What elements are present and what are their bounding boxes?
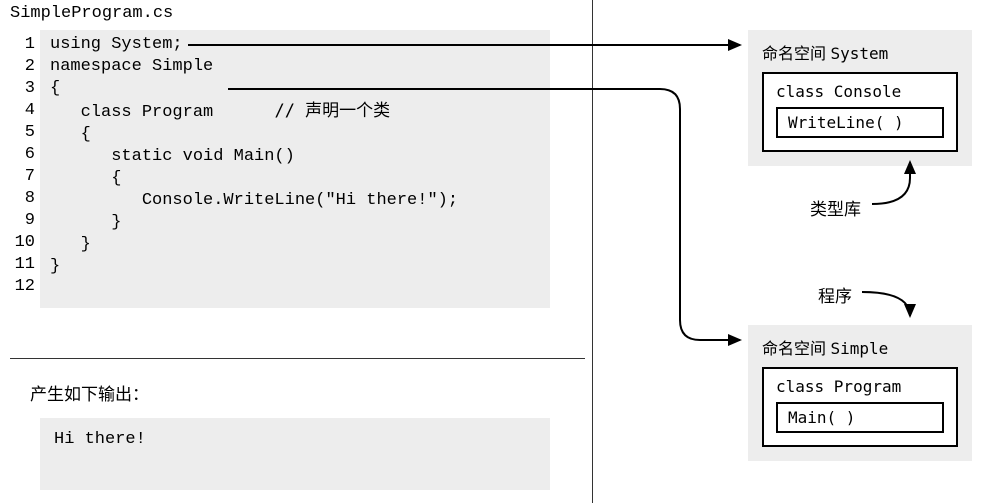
code-line: { [50, 168, 540, 190]
filename-label: SimpleProgram.cs [10, 4, 173, 23]
output-block: Hi there! [40, 418, 550, 490]
code-line: using System; [50, 34, 540, 56]
namespace-simple-title: 命名空间 Simple [762, 335, 958, 359]
class-program-box: class Program Main( ) [762, 367, 958, 447]
line-number: 5 [5, 122, 35, 144]
code-line: } [50, 234, 540, 256]
class-console-title: class Console [776, 82, 944, 101]
output-label: 产生如下输出： [30, 380, 149, 405]
divider [10, 358, 585, 359]
line-number: 11 [5, 254, 35, 276]
type-library-label: 类型库 [810, 195, 861, 220]
line-number: 6 [5, 144, 35, 166]
vertical-divider [592, 0, 593, 503]
code-block: using System; namespace Simple { class P… [40, 30, 550, 308]
line-number: 8 [5, 188, 35, 210]
namespace-system-title: 命名空间 System [762, 40, 958, 64]
line-number: 1 [5, 34, 35, 56]
line-number: 10 [5, 232, 35, 254]
code-line: static void Main() [50, 146, 540, 168]
code-line: class Program // 声明一个类 [50, 100, 540, 124]
method-main-box: Main( ) [776, 402, 944, 433]
line-number: 4 [5, 100, 35, 122]
code-line: } [50, 212, 540, 234]
namespace-simple-box: 命名空间 Simple class Program Main( ) [748, 325, 972, 461]
namespace-system-box: 命名空间 System class Console WriteLine( ) [748, 30, 972, 166]
method-writeline-box: WriteLine( ) [776, 107, 944, 138]
line-number: 2 [5, 56, 35, 78]
line-number: 12 [5, 276, 35, 298]
line-number: 3 [5, 78, 35, 100]
line-number-gutter: 1 2 3 4 5 6 7 8 9 10 11 12 [5, 34, 35, 298]
line-number: 9 [5, 210, 35, 232]
code-line: { [50, 124, 540, 146]
class-program-title: class Program [776, 377, 944, 396]
code-line: namespace Simple [50, 56, 540, 78]
code-line: { [50, 78, 540, 100]
code-comment: // 声明一个类 [274, 101, 390, 121]
code-line: Console.WriteLine("Hi there!"); [50, 190, 540, 212]
program-label: 程序 [818, 282, 852, 307]
code-line: } [50, 256, 540, 278]
class-console-box: class Console WriteLine( ) [762, 72, 958, 152]
line-number: 7 [5, 166, 35, 188]
